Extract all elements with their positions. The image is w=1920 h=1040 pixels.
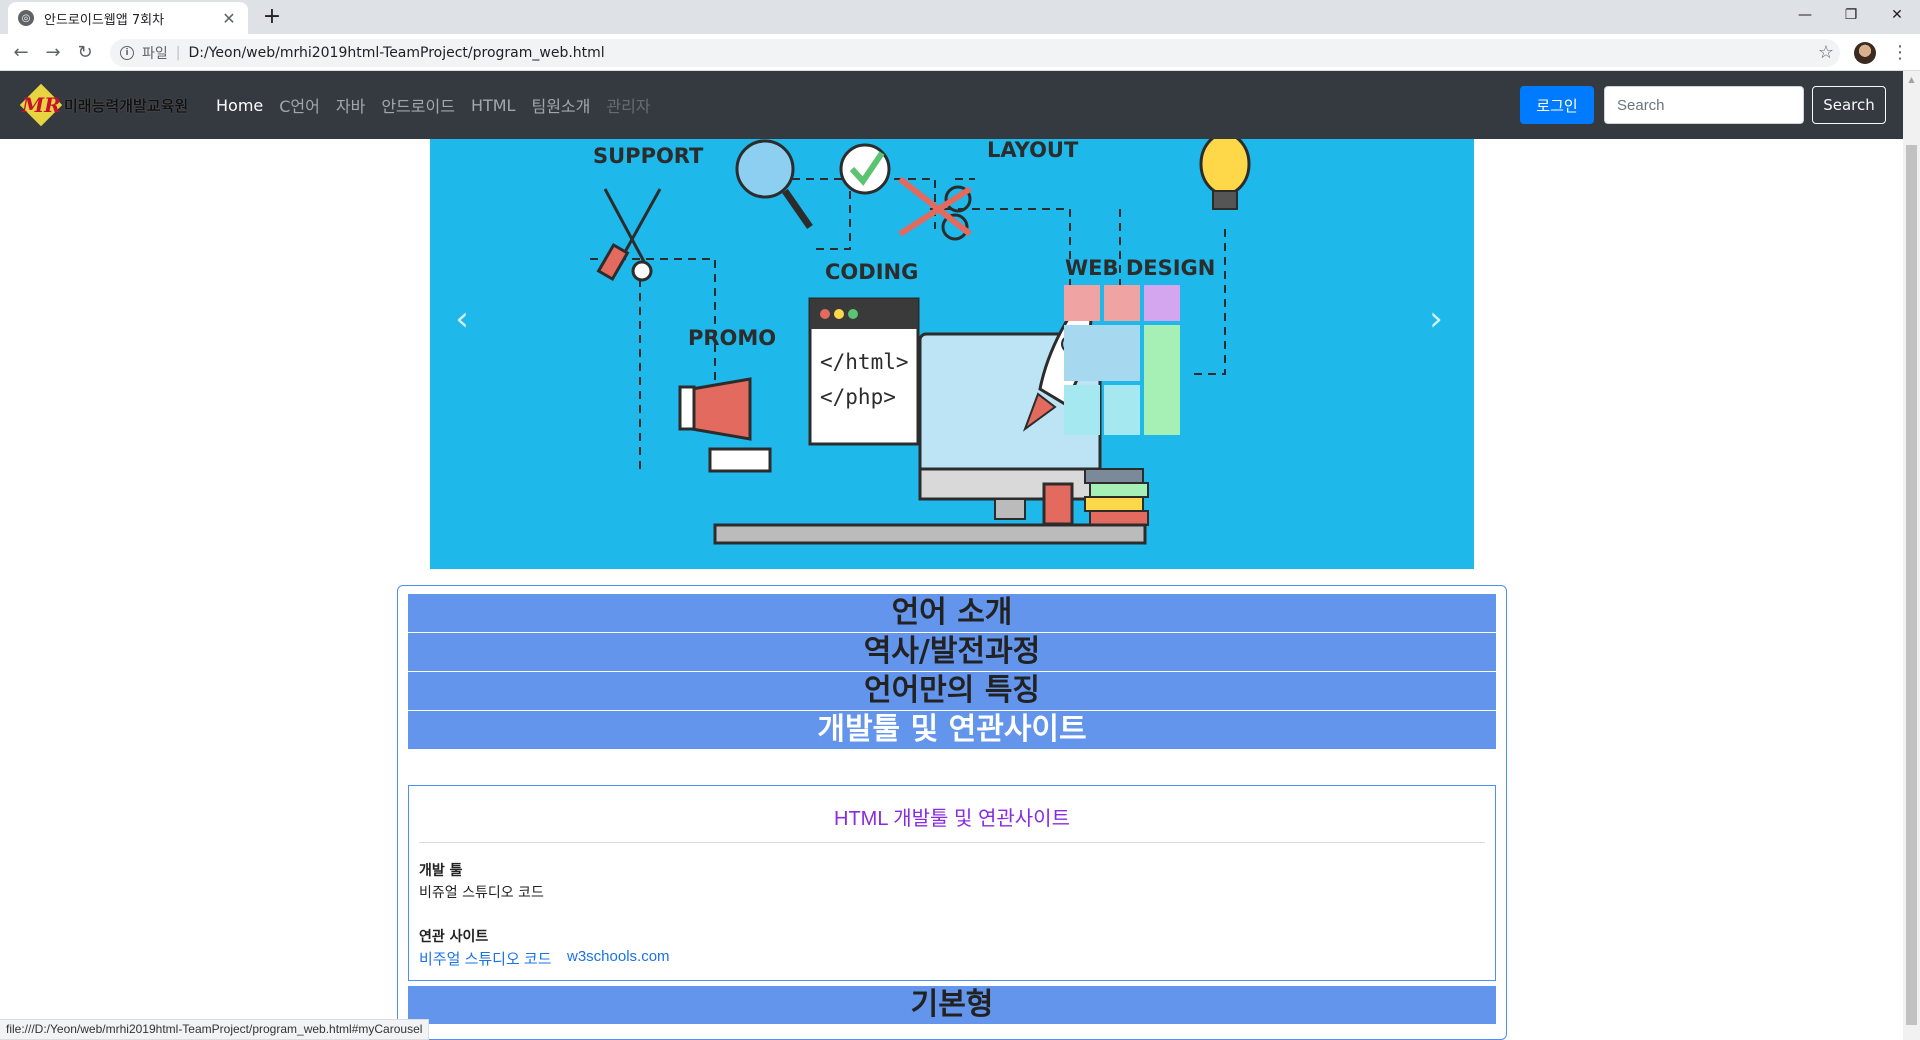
address-bar[interactable]: i 파일 | D:/Yeon/web/mrhi2019html-TeamProj… (110, 39, 1840, 67)
code-line-php: </php> (820, 385, 896, 409)
brand-text: 미래능력개발교육원 (64, 96, 189, 115)
accordion-panel-tools: HTML 개발툴 및 연관사이트 개발 툴 비쥬얼 스튜디오 코드 연관 사이트… (408, 785, 1496, 981)
back-icon[interactable]: ← (8, 40, 34, 66)
accordion-header-tools[interactable]: 개발툴 및 연관사이트 (408, 711, 1496, 749)
browser-tab[interactable]: ◎ 안드로이드웹앱 7회차 ✕ (8, 2, 248, 34)
vscode-link[interactable]: 비주얼 스튜디오 코드 (419, 948, 552, 969)
promo-label: PROMO (688, 326, 776, 350)
login-button[interactable]: 로그인 (1520, 86, 1594, 124)
brand-logo-icon: MR (19, 83, 63, 127)
status-url: file:///D:/Yeon/web/mrhi2019html-TeamPro… (0, 1019, 430, 1040)
site-navbar: MR 미래능력개발교육원 Home C언어 자바 안드로이드 HTML 팀원소개… (0, 71, 1903, 139)
profile-avatar[interactable] (1854, 42, 1876, 64)
browser-menu-icon[interactable]: ⋮ (1890, 40, 1910, 66)
nav-html[interactable]: HTML (471, 96, 516, 115)
search-input[interactable] (1604, 86, 1804, 124)
panel-title: HTML 개발툴 및 연관사이트 (834, 808, 1070, 830)
forward-icon[interactable]: → (40, 40, 66, 66)
accordion-header-intro[interactable]: 언어 소개 (408, 594, 1496, 632)
nav-admin: 관리자 (606, 97, 651, 116)
accordion: 언어 소개 역사/발전과정 언어만의 특징 개발툴 및 연관사이트 HTML 개… (397, 585, 1507, 1040)
accordion-header-basic[interactable]: 기본형 (408, 986, 1496, 1024)
info-icon[interactable]: i (120, 46, 134, 60)
reload-icon[interactable]: ↻ (72, 40, 98, 66)
new-tab-button[interactable]: + (258, 4, 286, 32)
page-scrollbar[interactable]: ▲ (1903, 71, 1920, 1040)
nav-links: Home C언어 자바 안드로이드 HTML 팀원소개 관리자 (216, 71, 667, 139)
globe-icon: ◎ (18, 10, 34, 26)
page-viewport: MR 미래능력개발교육원 Home C언어 자바 안드로이드 HTML 팀원소개… (0, 71, 1903, 1040)
coding-label: CODING (825, 260, 918, 284)
tool-label: 개발 툴 (419, 863, 463, 879)
tab-strip: ◎ 안드로이드웹앱 7회차 ✕ + — ❐ ✕ (0, 0, 1920, 34)
nav-team[interactable]: 팀원소개 (531, 93, 590, 117)
code-line-html: </html> (820, 350, 909, 374)
brand[interactable]: MR 미래능력개발교육원 (19, 83, 189, 127)
site-label: 연관 사이트 (419, 929, 489, 945)
layout-label: LAYOUT (987, 139, 1079, 162)
scheme-label: 파일 (142, 46, 168, 62)
url-separator: | (175, 45, 181, 61)
tab-title: 안드로이드웹앱 7회차 (44, 12, 165, 28)
address-toolbar: ← → ↻ i 파일 | D:/Yeon/web/mrhi2019html-Te… (0, 34, 1920, 71)
tab-close-icon[interactable]: ✕ (220, 9, 238, 28)
bookmark-star-icon[interactable]: ☆ (1814, 40, 1838, 66)
accordion-header-history[interactable]: 역사/발전과정 (408, 633, 1496, 671)
support-label: SUPPORT (593, 144, 704, 168)
carousel-slide-image: SUPPORT LAYOUT CODING WEB DESIGN PROMO <… (590, 139, 1251, 545)
panel-divider (419, 842, 1485, 843)
w3schools-link[interactable]: w3schools.com (567, 948, 670, 965)
scroll-up-icon[interactable]: ▲ (1903, 71, 1920, 88)
nav-android[interactable]: 안드로이드 (381, 93, 455, 117)
carousel-next-icon[interactable]: › (1416, 299, 1456, 339)
nav-home[interactable]: Home (216, 96, 263, 115)
search-button[interactable]: Search (1812, 86, 1886, 124)
nav-c[interactable]: C언어 (279, 93, 320, 117)
scroll-thumb[interactable] (1906, 145, 1917, 1025)
url-text[interactable]: D:/Yeon/web/mrhi2019html-TeamProject/pro… (188, 45, 604, 61)
window-close-icon[interactable]: ✕ (1874, 0, 1920, 30)
carousel: SUPPORT LAYOUT CODING WEB DESIGN PROMO <… (430, 139, 1474, 569)
nav-java[interactable]: 자바 (336, 93, 365, 117)
web-design-label: WEB DESIGN (1065, 256, 1215, 280)
restore-icon[interactable]: ❐ (1828, 0, 1874, 30)
carousel-prev-icon[interactable]: ‹ (442, 299, 482, 339)
tool-value: 비쥬얼 스튜디오 코드 (419, 885, 544, 901)
minimize-icon[interactable]: — (1782, 0, 1828, 30)
accordion-header-features[interactable]: 언어만의 특징 (408, 672, 1496, 710)
